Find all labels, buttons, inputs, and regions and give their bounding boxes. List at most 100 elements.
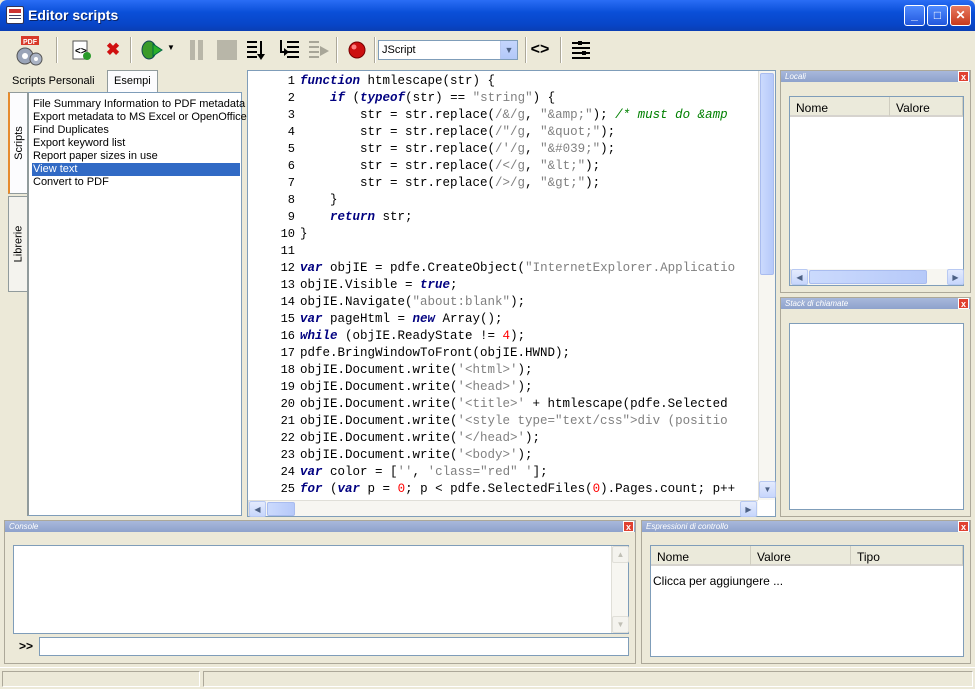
delete-script-button[interactable]: ✖ <box>100 37 126 63</box>
code-line[interactable]: return str; <box>300 209 413 226</box>
console-output[interactable]: ▲ ▼ <box>13 545 629 634</box>
locals-horizontal-scrollbar[interactable]: ◀ ▶ <box>790 269 964 285</box>
scroll-down-arrow[interactable]: ▼ <box>612 616 629 633</box>
code-line[interactable]: while (objIE.ReadyState != 4); <box>300 328 525 345</box>
list-item[interactable]: Export metadata to MS Excel or OpenOffic… <box>32 111 247 124</box>
code-line[interactable]: for (var p = 0; p < pdfe.SelectedFiles(0… <box>300 481 735 498</box>
list-item[interactable]: File Summary Information to PDF metadata <box>32 98 245 111</box>
scroll-right-arrow[interactable]: ▶ <box>947 269 964 285</box>
code-line[interactable]: objIE.Visible = true; <box>300 277 458 294</box>
scroll-down-arrow[interactable]: ▼ <box>759 481 776 498</box>
scroll-left-arrow[interactable]: ◀ <box>791 269 808 285</box>
line-number: 16 <box>280 329 295 343</box>
editor-horizontal-scrollbar[interactable]: ◀ ▶ <box>248 500 758 517</box>
code-line[interactable]: objIE.Navigate("about:blank"); <box>300 294 525 311</box>
line-number: 24 <box>280 465 295 479</box>
tab-esempi[interactable]: Esempi <box>107 70 158 92</box>
editor-vertical-scrollbar[interactable]: ▼ <box>758 71 776 500</box>
watch-table[interactable]: Nome Valore Tipo Clicca per aggiungere .… <box>650 545 964 657</box>
pdf-settings-button[interactable]: PDF <box>12 34 46 68</box>
add-watch-hint[interactable]: Clicca per aggiungere ... <box>653 574 783 588</box>
step-over-button[interactable] <box>276 37 302 63</box>
list-item[interactable]: Find Duplicates <box>32 124 240 137</box>
scroll-thumb[interactable] <box>267 502 295 516</box>
code-area[interactable]: function htmlescape(str) { if (typeof(st… <box>300 71 758 500</box>
scroll-right-arrow[interactable]: ▶ <box>740 501 757 517</box>
chevron-down-icon[interactable]: ▼ <box>500 41 517 59</box>
scroll-thumb[interactable] <box>809 270 927 284</box>
step-out-icon <box>309 41 329 58</box>
column-header-valore[interactable]: Valore <box>890 97 963 117</box>
language-select[interactable]: JScript ▼ <box>378 40 518 60</box>
code-line[interactable]: pdfe.BringWindowToFront(objIE.HWND); <box>300 345 570 362</box>
breakpoint-button[interactable] <box>344 37 370 63</box>
close-icon[interactable]: x <box>958 298 969 309</box>
code-line[interactable]: var color = ['', 'class="red" ']; <box>300 464 548 481</box>
code-line[interactable]: } <box>300 226 308 243</box>
close-window-button[interactable]: ✕ <box>950 5 971 26</box>
vtab-scripts[interactable]: Scripts <box>8 92 28 194</box>
column-header-valore[interactable]: Valore <box>751 546 851 566</box>
scripts-list[interactable]: File Summary Information to PDF metadata… <box>27 92 247 516</box>
close-icon[interactable]: x <box>958 521 969 532</box>
code-line[interactable]: str = str.replace(/&/g, "&amp;"); /* mus… <box>300 107 728 124</box>
code-line[interactable]: objIE.Document.write('<body>'); <box>300 447 533 464</box>
scroll-left-arrow[interactable]: ◀ <box>249 501 266 517</box>
console-scrollbar[interactable]: ▲ ▼ <box>611 546 629 633</box>
new-script-icon: <> <box>72 40 91 60</box>
list-item[interactable]: Export keyword list <box>32 137 240 150</box>
line-number: 11 <box>280 244 295 258</box>
run-button[interactable] <box>138 37 164 63</box>
locals-table[interactable]: Nome Valore ◀ ▶ <box>789 96 964 286</box>
format-code-button[interactable]: <> <box>527 37 553 63</box>
code-line[interactable]: str = str.replace(/>/g, "&gt;"); <box>300 175 600 192</box>
run-dropdown-arrow[interactable]: ▼ <box>167 43 175 52</box>
tab-scripts-personali[interactable]: Scripts Personali <box>6 72 101 92</box>
vtab-librerie-label: Librerie <box>12 225 25 263</box>
scroll-thumb[interactable] <box>760 73 774 275</box>
new-script-button[interactable]: <> <box>68 37 94 63</box>
code-line[interactable]: str = str.replace(/'/g, "&#039;"); <box>300 141 615 158</box>
maximize-button[interactable]: □ <box>927 5 948 26</box>
pdf-badge-text: PDF <box>23 39 38 46</box>
code-line[interactable]: objIE.Document.write('<title>' + htmlesc… <box>300 396 728 413</box>
column-header-nome[interactable]: Nome <box>790 97 890 117</box>
console-input[interactable] <box>39 637 629 656</box>
close-icon[interactable]: x <box>623 521 634 532</box>
code-line[interactable]: function htmlescape(str) { <box>300 73 495 90</box>
list-item[interactable]: Report paper sizes in use <box>32 150 240 163</box>
line-number: 2 <box>287 91 295 105</box>
minimize-button[interactable]: _ <box>904 5 925 26</box>
list-item[interactable]: Convert to PDF <box>32 176 240 189</box>
code-line[interactable]: objIE.Document.write('<style type="text/… <box>300 413 728 430</box>
breakpoint-icon <box>348 41 366 59</box>
stop-button[interactable] <box>214 37 240 63</box>
code-line[interactable]: if (typeof(str) == "string") { <box>300 90 555 107</box>
list-item-selected[interactable]: View text <box>32 163 240 176</box>
line-number-gutter: 1 2 3 4 5 6 7 8 9 10 11 12 13 14 15 16 17 18 19 20 21 22 23 24 2… <box>248 71 298 500</box>
call-stack-list[interactable] <box>789 323 964 510</box>
line-number: 22 <box>280 431 295 445</box>
options-button[interactable] <box>568 37 594 63</box>
vtab-librerie[interactable]: Librerie <box>8 196 28 292</box>
code-line[interactable]: var objIE = pdfe.CreateObject("InternetE… <box>300 260 735 277</box>
code-line[interactable]: objIE.Document.write('<head>'); <box>300 379 533 396</box>
pause-button[interactable] <box>184 37 210 63</box>
scroll-up-arrow[interactable]: ▲ <box>612 546 629 563</box>
code-line[interactable]: objIE.Document.write('<html>'); <box>300 362 533 379</box>
code-editor[interactable]: 1 2 3 4 5 6 7 8 9 10 11 12 13 14 15 16 17 18 19 20 21 22 23 24 2… <box>247 70 776 517</box>
code-line[interactable]: } <box>300 192 338 209</box>
code-line[interactable]: str = str.replace(/</g, "&lt;"); <box>300 158 600 175</box>
title-bar[interactable]: Editor scripts _ □ ✕ <box>0 0 975 31</box>
step-into-button[interactable] <box>244 37 270 63</box>
code-line[interactable]: var pageHtml = new Array(); <box>300 311 503 328</box>
code-line[interactable]: objIE.Document.write('</head>'); <box>300 430 540 447</box>
line-number: 5 <box>287 142 295 156</box>
close-icon[interactable]: x <box>958 71 969 82</box>
stop-icon <box>217 40 237 60</box>
step-over-icon <box>280 40 299 58</box>
column-header-tipo[interactable]: Tipo <box>851 546 963 566</box>
step-out-button[interactable] <box>306 37 332 63</box>
column-header-nome[interactable]: Nome <box>651 546 751 566</box>
code-line[interactable]: str = str.replace(/"/g, "&quot;"); <box>300 124 615 141</box>
